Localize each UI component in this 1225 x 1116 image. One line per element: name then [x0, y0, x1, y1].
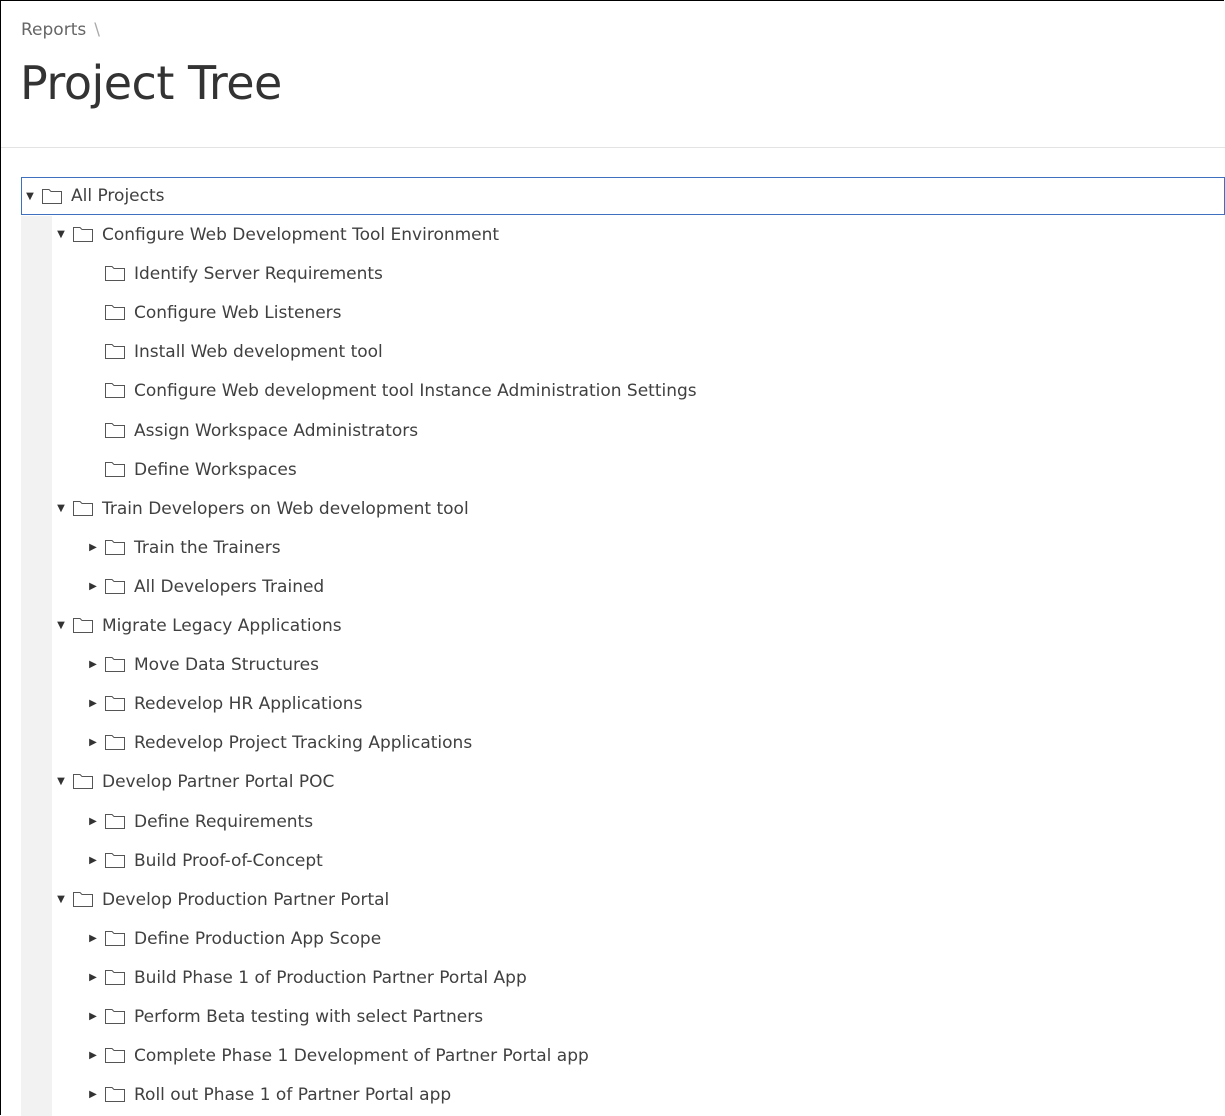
folder-icon	[73, 892, 93, 907]
triangle-right-icon[interactable]: ▶	[85, 659, 101, 670]
tree-node[interactable]: Define Workspaces	[85, 451, 297, 488]
tree-node-label: Configure Web Development Tool Environme…	[102, 224, 500, 245]
folder-icon	[105, 970, 125, 985]
tree-node-label: Perform Beta testing with select Partner…	[134, 1006, 484, 1027]
triangle-down-icon[interactable]: ▼	[53, 776, 69, 787]
tree-node[interactable]: ▶ Train the Trainers	[85, 529, 281, 566]
triangle-right-icon[interactable]: ▶	[85, 737, 101, 748]
tree-node-label: Define Production App Scope	[134, 928, 382, 949]
tree-node[interactable]: ▼ Train Developers on Web development too…	[53, 490, 469, 527]
folder-icon	[105, 266, 125, 281]
tree-node[interactable]: ▶ Build Phase 1 of Production Partner Por…	[85, 959, 527, 996]
tree-node-label: All Projects	[71, 186, 165, 206]
tree-node[interactable]: Install Web development tool	[85, 333, 383, 370]
tree-node-label: Move Data Structures	[134, 654, 319, 675]
tree-node[interactable]: ▶ Define Requirements	[85, 803, 313, 840]
triangle-right-icon[interactable]: ▶	[85, 581, 101, 592]
tree-node[interactable]: Configure Web Listeners	[85, 294, 342, 331]
tree-node-label: Train Developers on Web development tool	[102, 498, 469, 519]
triangle-right-icon[interactable]: ▶	[85, 972, 101, 983]
tree-node[interactable]: Identify Server Requirements	[85, 255, 383, 292]
title-divider	[1, 147, 1225, 148]
folder-icon	[73, 501, 93, 516]
tree-node[interactable]: ▶ Define Production App Scope	[85, 920, 381, 957]
tree-node-label: Configure Web development tool Instance …	[134, 380, 697, 401]
tree-node-label: Complete Phase 1 Development of Partner …	[134, 1045, 589, 1066]
triangle-right-icon[interactable]: ▶	[85, 855, 101, 866]
tree-node-label: Define Requirements	[134, 811, 314, 832]
tree-node[interactable]: Assign Workspace Administrators	[85, 412, 418, 449]
tree-node-label: Develop Production Partner Portal	[102, 889, 390, 910]
tree-node[interactable]: ▶ Perform Beta testing with select Partne…	[85, 998, 483, 1035]
folder-icon	[73, 618, 93, 633]
triangle-down-icon[interactable]: ▼	[53, 503, 69, 514]
triangle-right-icon[interactable]: ▶	[85, 698, 101, 709]
tree-node-label: Train the Trainers	[134, 537, 281, 558]
folder-icon	[105, 344, 125, 359]
folder-icon	[105, 1087, 125, 1102]
folder-icon	[105, 540, 125, 555]
tree-node[interactable]: ▼ Migrate Legacy Applications	[53, 607, 342, 644]
triangle-down-icon[interactable]: ▼	[53, 620, 69, 631]
page-title: Project Tree	[20, 56, 282, 110]
tree-node[interactable]: ▶ All Developers Trained	[85, 568, 324, 605]
tree-node[interactable]: ▶ Build Proof-of-Concept	[85, 842, 323, 879]
folder-icon	[105, 657, 125, 672]
folder-icon	[105, 1048, 125, 1063]
tree-node[interactable]: ▼ Develop Partner Portal POC	[53, 763, 334, 800]
tree-node-label: Configure Web Listeners	[134, 302, 342, 323]
triangle-right-icon[interactable]: ▶	[85, 542, 101, 553]
folder-icon	[105, 1009, 125, 1024]
tree-node[interactable]: ▶ Roll out Phase 1 of Partner Portal app	[85, 1076, 451, 1113]
folder-icon	[105, 735, 125, 750]
tree-node-label: Redevelop HR Applications	[134, 693, 363, 714]
triangle-right-icon[interactable]: ▶	[85, 1050, 101, 1061]
triangle-down-icon[interactable]: ▼	[53, 229, 69, 240]
tree-node[interactable]: ▶ Move Data Structures	[85, 646, 319, 683]
folder-icon	[105, 383, 125, 398]
tree-node-label: All Developers Trained	[134, 576, 325, 597]
tree-node-root[interactable]: ▼ All Projects	[21, 177, 1225, 215]
folder-icon	[105, 696, 125, 711]
folder-icon	[105, 423, 125, 438]
tree-node-label: Migrate Legacy Applications	[102, 615, 342, 636]
tree-node-label: Define Workspaces	[134, 459, 297, 480]
folder-icon	[105, 931, 125, 946]
triangle-right-icon[interactable]: ▶	[85, 1011, 101, 1022]
triangle-right-icon[interactable]: ▶	[85, 1089, 101, 1100]
tree-node-label: Develop Partner Portal POC	[102, 771, 335, 792]
tree-node[interactable]: ▶ Redevelop HR Applications	[85, 685, 362, 722]
breadcrumb: Reports \	[21, 20, 100, 40]
project-tree: ▼ All Projects ▼ Configure Web Developmen…	[21, 177, 1225, 1116]
tree-node-label: Build Phase 1 of Production Partner Port…	[134, 967, 527, 988]
tree-node-label: Build Proof-of-Concept	[134, 850, 323, 871]
triangle-right-icon[interactable]: ▶	[85, 816, 101, 827]
tree-node-label: Roll out Phase 1 of Partner Portal app	[134, 1084, 452, 1105]
triangle-right-icon[interactable]: ▶	[85, 933, 101, 944]
folder-icon	[73, 227, 93, 242]
tree-node-label: Redevelop Project Tracking Applications	[134, 732, 473, 753]
tree-node[interactable]: ▶ Redevelop Project Tracking Applications	[85, 724, 472, 761]
folder-icon	[73, 774, 93, 789]
tree-indent-guide	[21, 216, 52, 1116]
tree-node[interactable]: Configure Web development tool Instance …	[85, 372, 697, 409]
folder-icon	[105, 814, 125, 829]
tree-node[interactable]: ▼ Develop Production Partner Portal	[53, 881, 389, 918]
folder-icon	[105, 853, 125, 868]
triangle-down-icon[interactable]: ▼	[53, 894, 69, 905]
tree-node-label: Install Web development tool	[134, 341, 383, 362]
breadcrumb-separator: \	[94, 20, 100, 40]
triangle-down-icon[interactable]: ▼	[22, 191, 38, 202]
tree-node[interactable]: ▶ Complete Phase 1 Development of Partner…	[85, 1037, 589, 1074]
folder-icon	[105, 462, 125, 477]
tree-node[interactable]: ▼ Configure Web Development Tool Environm…	[53, 216, 499, 253]
folder-icon	[105, 579, 125, 594]
tree-node-label: Assign Workspace Administrators	[134, 420, 419, 441]
folder-icon	[42, 188, 62, 204]
tree-node-label: Identify Server Requirements	[134, 263, 383, 284]
folder-icon	[105, 305, 125, 320]
breadcrumb-reports-link[interactable]: Reports	[21, 20, 86, 40]
